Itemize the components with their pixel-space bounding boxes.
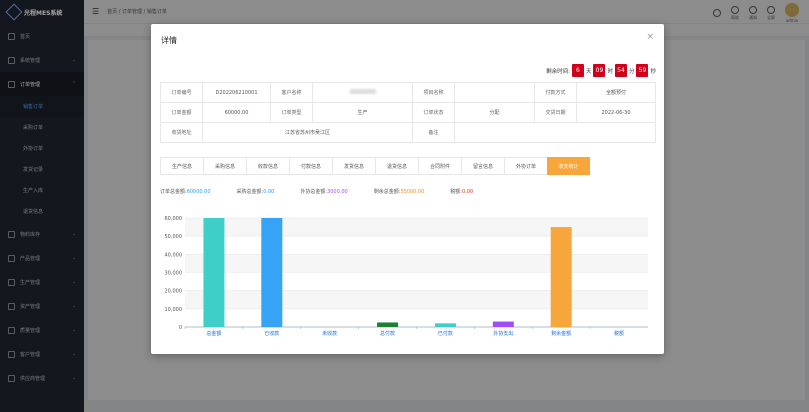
bar xyxy=(203,218,225,327)
project-name xyxy=(454,82,535,103)
detail-tabs: 生产信息 采购信息 收款信息 付款信息 发货信息 退货信息 合同附件 留言信息 … xyxy=(160,157,590,175)
y-tick-label: 20,000 xyxy=(165,289,183,295)
y-tick-label: 60,000 xyxy=(165,216,183,222)
countdown-hours: 09 xyxy=(593,64,606,77)
finance-bar-chart: 0 10,000 20,000 30,000 40,000 50,000 60,000 总金额… xyxy=(165,216,648,337)
x-tick-label: 已收款 xyxy=(264,330,279,337)
tab-production[interactable]: 生产信息 xyxy=(160,157,203,175)
y-tick-label: 0 xyxy=(179,325,182,331)
stat-outsource-total: 外协总金额:3000.00 xyxy=(300,189,348,195)
bar xyxy=(377,322,399,327)
order-status: 分配 xyxy=(454,102,535,123)
tab-finance-stats[interactable]: 收支统计 xyxy=(547,157,590,175)
stat-tax: 税额:0.00 xyxy=(450,189,474,195)
x-tick-label: 已付款 xyxy=(438,330,453,337)
customer-name xyxy=(312,82,413,103)
y-tick-label: 50,000 xyxy=(165,234,183,240)
finance-stats: 订单总金额:60000.00 采购总金额:0.00 外协总金额:3000.00 … xyxy=(160,188,499,195)
stat-order-total: 订单总金额:60000.00 xyxy=(160,189,211,195)
x-tick-label: 税额 xyxy=(614,330,624,337)
x-tick-label: 外协支出 xyxy=(493,330,513,337)
bar xyxy=(261,218,283,327)
close-icon[interactable]: × xyxy=(646,32,654,42)
stat-remaining-total: 剩余总金额:55000.00 xyxy=(373,189,425,195)
tab-outsource[interactable]: 外协订单 xyxy=(504,157,547,175)
remark xyxy=(454,122,656,143)
grid-band xyxy=(185,290,648,309)
tab-purchase[interactable]: 采购信息 xyxy=(203,157,246,175)
delivery-date: 2022-06-30 xyxy=(576,102,656,123)
countdown-seconds: 59 xyxy=(636,64,649,77)
bar xyxy=(434,323,456,327)
x-tick-label: 总金额 xyxy=(206,330,221,337)
grid-band xyxy=(185,254,648,273)
redacted-text xyxy=(349,89,376,94)
modal-title: 详情 xyxy=(161,36,177,45)
bar xyxy=(550,227,572,327)
stat-purchase-total: 采购总金额:0.00 xyxy=(236,189,275,195)
tab-messages[interactable]: 留言信息 xyxy=(461,157,504,175)
countdown-days: 6 xyxy=(571,64,584,77)
tab-contract[interactable]: 合同附件 xyxy=(418,157,461,175)
countdown: 剩余时间: 6 天 09 时 54 分 59 秒 xyxy=(546,64,656,77)
shipping-address: 江苏省苏州市吴江区 xyxy=(202,122,413,143)
order-number: D202206210001 xyxy=(202,82,271,103)
order-type: 生产 xyxy=(312,102,413,123)
y-tick-label: 30,000 xyxy=(165,271,183,277)
tab-payments[interactable]: 付款信息 xyxy=(289,157,332,175)
x-tick-label: 总付款 xyxy=(380,330,395,337)
y-tick-label: 10,000 xyxy=(165,307,183,313)
y-tick-label: 40,000 xyxy=(165,252,183,258)
order-info-table: 订单编号 D202206210001 客户名称 项目名称 付款方式 全额预付 订… xyxy=(160,82,656,143)
payment-method: 全额预付 xyxy=(576,82,656,103)
countdown-minutes: 54 xyxy=(614,64,627,77)
bar xyxy=(492,321,514,327)
tab-receipts[interactable]: 收款信息 xyxy=(246,157,289,175)
x-tick-label: 未收款 xyxy=(322,330,337,337)
tab-shipping[interactable]: 发货信息 xyxy=(332,157,375,175)
sidebar-mask xyxy=(0,0,84,412)
order-amount: 60000.00 xyxy=(202,102,271,123)
tab-returns[interactable]: 退货信息 xyxy=(375,157,418,175)
x-tick-label: 剩余金额 xyxy=(551,330,571,337)
detail-modal: 详情 × 剩余时间: 6 天 09 时 54 分 59 秒 订单编号 D2022… xyxy=(151,24,664,354)
grid-band xyxy=(185,218,648,237)
